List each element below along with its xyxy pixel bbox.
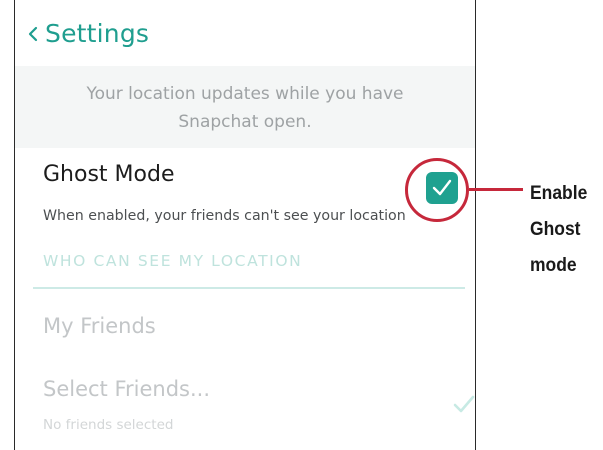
checkmark-icon [432,179,452,196]
callout-line-2: Ghost [530,219,581,240]
option-my-friends[interactable]: My Friends [43,314,156,338]
select-friends-subtitle: No friends selected [43,417,174,433]
banner-text-line-2: Snapchat open. [178,112,312,132]
faint-checkmark-icon [453,395,475,413]
nav-bar: Settings [15,0,475,66]
banner-text-line-1: Your location updates while you have [86,84,404,104]
option-select-friends[interactable]: Select Friends... [43,377,210,401]
ghost-mode-description: When enabled, your friends can't see you… [43,208,406,224]
section-divider [33,287,465,289]
ghost-mode-checkbox[interactable] [426,172,458,204]
back-button-settings[interactable]: Settings [45,19,149,48]
section-header-who-can-see: WHO CAN SEE MY LOCATION [43,252,303,270]
phone-screen: Settings Your location updates while you… [14,0,476,450]
callout-line-3: mode [530,255,577,276]
ghost-mode-label: Ghost Mode [43,162,175,187]
location-info-banner: Your location updates while you have Sna… [15,66,475,148]
callout-line-1: Enable [530,183,588,204]
chevron-left-icon[interactable] [25,25,41,43]
callout-label: Enable Ghost mode [530,176,596,284]
callout-leader-line [469,188,523,191]
